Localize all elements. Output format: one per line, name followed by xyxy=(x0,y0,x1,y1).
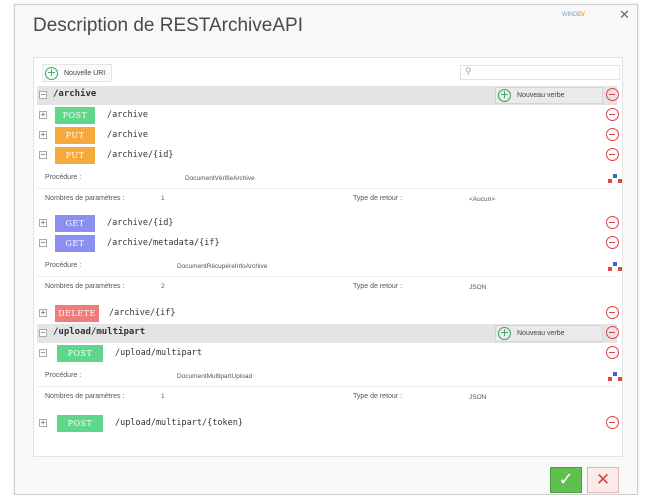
dialog-title: Description de RESTArchiveAPI xyxy=(33,15,303,36)
verb-path: /archive/{id} xyxy=(107,218,174,228)
dialog-window: Description de RESTArchiveAPI WINDEV ✕ +… xyxy=(14,4,638,495)
brand-logo: WINDEV xyxy=(562,12,585,18)
procedure-label: Procédure : xyxy=(45,174,82,181)
verb-row[interactable]: + DELETE /archive/{if} ... xyxy=(37,304,619,323)
add-icon: + xyxy=(498,326,511,340)
new-uri-label: Nouvelle URI xyxy=(64,69,106,77)
verb-badge-put: PUT xyxy=(55,127,95,144)
add-icon: + xyxy=(45,65,58,80)
verb-path: /archive xyxy=(107,130,148,140)
resource-row-upload[interactable]: − /upload/multipart + Nouveau verbe ... xyxy=(37,324,619,343)
delete-icon[interactable] xyxy=(606,88,619,103)
expand-icon[interactable]: + xyxy=(39,219,47,227)
return-label: Type de retour : xyxy=(353,195,403,202)
divider xyxy=(37,276,617,277)
resource-path: /archive xyxy=(53,89,97,99)
verb-badge-get: GET xyxy=(55,215,95,232)
collapse-icon[interactable]: − xyxy=(39,239,47,247)
delete-icon[interactable] xyxy=(606,326,619,341)
new-verb-button[interactable]: + Nouveau verbe xyxy=(495,325,603,342)
procedure-link-icon[interactable] xyxy=(608,262,622,272)
verb-row[interactable]: − GET /archive/metadata/{if} ... xyxy=(37,234,619,253)
delete-icon[interactable] xyxy=(606,148,619,163)
delete-icon[interactable] xyxy=(606,108,619,123)
resource-path: /upload/multipart xyxy=(53,327,146,337)
return-label: Type de retour : xyxy=(353,393,403,400)
new-verb-label: Nouveau verbe xyxy=(517,330,565,337)
verb-path: /upload/multipart xyxy=(115,348,202,358)
params-value: 2 xyxy=(161,283,165,290)
new-verb-label: Nouveau verbe xyxy=(517,92,565,99)
verb-detail-panel: Procédure : DocumentRécupèreInfoArchive … xyxy=(37,256,622,300)
procedure-link-icon[interactable] xyxy=(608,174,622,184)
verb-row[interactable]: + POST /upload/multipart/{token} ... xyxy=(37,414,619,433)
params-value: 1 xyxy=(161,393,165,400)
divider xyxy=(37,386,617,387)
cancel-button[interactable]: ✕ xyxy=(587,467,619,493)
add-icon: + xyxy=(498,88,511,102)
brand-text-b: EV xyxy=(577,12,585,18)
verb-badge-post: POST xyxy=(57,415,103,432)
toolbar: + Nouvelle URI ⚲ xyxy=(34,62,622,84)
close-button[interactable]: ✕ xyxy=(619,9,630,23)
collapse-icon[interactable]: − xyxy=(39,91,47,99)
verb-path: /archive/metadata/{if} xyxy=(107,238,220,248)
params-value: 1 xyxy=(161,195,165,202)
verb-row[interactable]: + PUT /archive ... xyxy=(37,126,619,145)
verb-badge-post: POST xyxy=(57,345,103,362)
brand-text-a: WIND xyxy=(562,12,578,18)
verb-row[interactable]: − PUT /archive/{id} ... xyxy=(37,146,619,165)
delete-icon[interactable] xyxy=(606,216,619,231)
verb-detail-panel: Procédure : DocumentMultipartUpload Nomb… xyxy=(37,366,622,410)
verb-badge-delete: DELETE xyxy=(55,305,99,322)
expand-icon[interactable]: + xyxy=(39,309,47,317)
new-uri-button[interactable]: + Nouvelle URI xyxy=(42,64,113,82)
collapse-icon[interactable]: − xyxy=(39,329,47,337)
verb-path: /upload/multipart/{token} xyxy=(115,418,243,428)
params-label: Nombres de paramètres : xyxy=(45,393,125,400)
verb-row[interactable]: + POST /archive ... xyxy=(37,106,619,125)
resource-row-archive[interactable]: − /archive + Nouveau verbe ... xyxy=(37,86,619,105)
search-input[interactable]: ⚲ xyxy=(460,65,620,80)
return-value: <Aucun> xyxy=(469,196,496,203)
delete-icon[interactable] xyxy=(606,346,619,361)
verb-row[interactable]: − POST /upload/multipart ... xyxy=(37,344,619,363)
return-value: JSON xyxy=(469,284,487,291)
expand-icon[interactable]: + xyxy=(39,419,47,427)
procedure-value: DocumentRécupèreInfoArchive xyxy=(177,263,268,270)
verb-row[interactable]: + GET /archive/{id} ... xyxy=(37,214,619,233)
delete-icon[interactable] xyxy=(606,128,619,143)
procedure-value: DocumentVérifieArchive xyxy=(185,175,255,182)
delete-icon[interactable] xyxy=(606,306,619,321)
verb-path: /archive/{if} xyxy=(109,308,176,318)
uri-panel: + Nouvelle URI ⚲ − /archive + Nouveau ve… xyxy=(33,57,623,457)
params-label: Nombres de paramètres : xyxy=(45,195,125,202)
procedure-link-icon[interactable] xyxy=(608,372,622,382)
procedure-label: Procédure : xyxy=(45,262,82,269)
return-value: JSON xyxy=(469,394,487,401)
collapse-icon[interactable]: − xyxy=(39,349,47,357)
verb-badge-put: PUT xyxy=(55,147,95,164)
expand-icon[interactable]: + xyxy=(39,131,47,139)
new-verb-button[interactable]: + Nouveau verbe xyxy=(495,87,603,104)
verb-path: /archive xyxy=(107,110,148,120)
delete-icon[interactable] xyxy=(606,236,619,251)
divider xyxy=(37,188,617,189)
return-label: Type de retour : xyxy=(353,283,403,290)
expand-icon[interactable]: + xyxy=(39,111,47,119)
procedure-value: DocumentMultipartUpload xyxy=(177,373,253,380)
collapse-icon[interactable]: − xyxy=(39,151,47,159)
verb-badge-post: POST xyxy=(55,107,95,124)
delete-icon[interactable] xyxy=(606,416,619,431)
search-icon: ⚲ xyxy=(465,67,472,77)
params-label: Nombres de paramètres : xyxy=(45,283,125,290)
verb-badge-get: GET xyxy=(55,235,95,252)
verb-path: /archive/{id} xyxy=(107,150,174,160)
verb-detail-panel: Procédure : DocumentVérifieArchive Nombr… xyxy=(37,168,622,212)
procedure-label: Procédure : xyxy=(45,372,82,379)
ok-button[interactable]: ✓ xyxy=(550,467,582,493)
